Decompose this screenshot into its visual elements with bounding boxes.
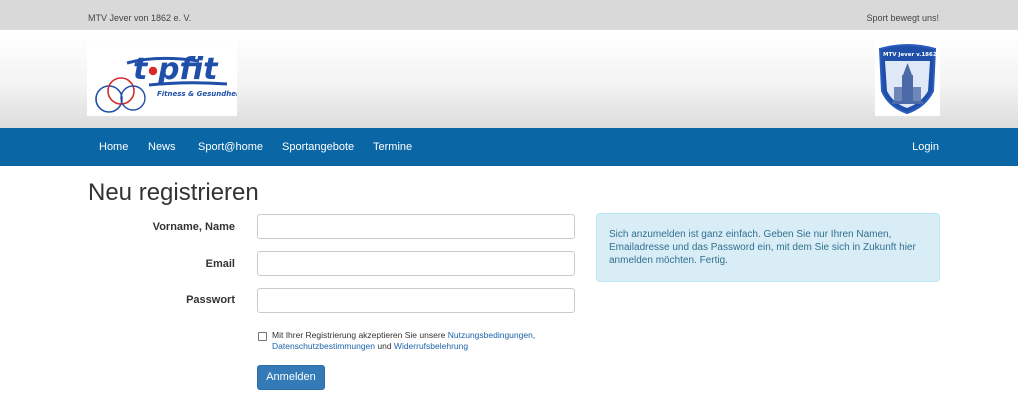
password-field[interactable] — [257, 288, 575, 313]
consent-comma: , — [532, 330, 536, 340]
nav-sportangebote[interactable]: Sportangebote — [282, 141, 354, 153]
name-field[interactable] — [257, 214, 575, 239]
terms-link[interactable]: Nutzungsbedingungen — [448, 330, 533, 340]
page-title: Neu registrieren — [88, 179, 259, 206]
top-bar: MTV Jever von 1862 e. V. Sport bewegt un… — [0, 0, 1018, 30]
withdrawal-link[interactable]: Widerrufsbelehrung — [394, 341, 468, 351]
topfit-tagline: Fitness & Gesundheit — [157, 90, 237, 98]
register-button[interactable]: Anmelden — [257, 365, 325, 390]
nav-login[interactable]: Login — [912, 141, 939, 153]
svg-text:t: t — [133, 52, 149, 87]
mtv-jever-crest[interactable]: MTV Jever v.1862 — [875, 41, 940, 116]
svg-text:pfit: pfit — [157, 52, 219, 87]
main-nav: Home News Sport@home Sportangebote Termi… — [0, 128, 1018, 166]
name-label: Vorname, Name — [152, 221, 235, 233]
slogan: Sport bewegt uns! — [866, 13, 939, 23]
consent-checkbox[interactable] — [258, 332, 267, 341]
password-label: Passwort — [186, 294, 235, 306]
consent-text: Mit Ihrer Registrierung akzeptieren Sie … — [272, 330, 572, 352]
topfit-logo[interactable]: t pfit Fitness & Gesundheit — [87, 41, 237, 116]
nav-home[interactable]: Home — [99, 141, 128, 153]
privacy-link[interactable]: Datenschutzbestimmungen — [272, 341, 375, 351]
info-box: Sich anzumelden ist ganz einfach. Geben … — [596, 213, 940, 282]
club-name: MTV Jever von 1862 e. V. — [88, 13, 192, 23]
consent-and: und — [375, 341, 394, 351]
email-label: Email — [205, 258, 235, 270]
svg-text:MTV Jever v.1862: MTV Jever v.1862 — [883, 52, 937, 58]
site-header: t pfit Fitness & Gesundheit MTV Jever v.… — [0, 30, 1018, 128]
nav-news[interactable]: News — [148, 141, 176, 153]
email-field[interactable] — [257, 251, 575, 276]
nav-sport-at-home[interactable]: Sport@home — [198, 141, 263, 153]
nav-termine[interactable]: Termine — [373, 141, 412, 153]
consent-prefix: Mit Ihrer Registrierung akzeptieren Sie … — [272, 330, 448, 340]
